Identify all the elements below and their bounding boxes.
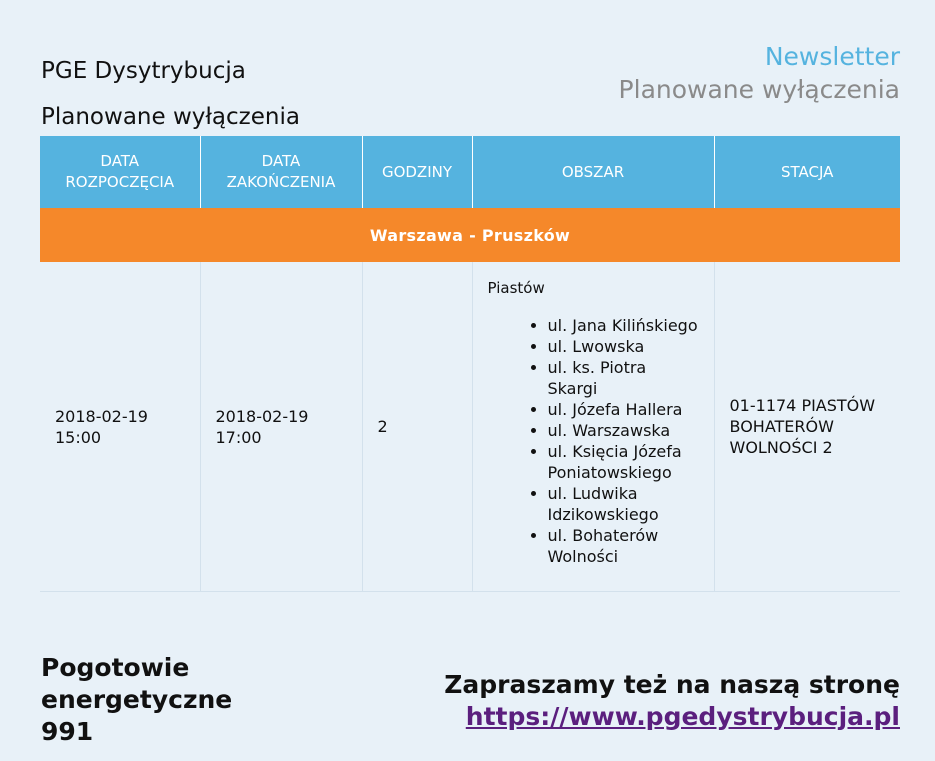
emergency-number: Pogotowie energetyczne 991 [41,653,233,746]
list-item: ul. Józefa Hallera [548,399,699,420]
column-header-end: DATA ZAKOŃCZENIA [200,136,363,208]
column-header-area: OBSZAR [472,136,715,208]
website-invite: Zapraszamy też na naszą stronę https://w… [444,669,900,733]
list-item: ul. Warszawska [548,420,699,441]
newsletter-block: Newsletter Planowane wyłączenia [619,40,900,106]
page-title: Planowane wyłączenia [41,104,300,130]
list-item: ul. Ludwika Idzikowskiego [548,483,699,525]
list-item: ul. Lwowska [548,336,699,357]
region-label: Warszawa - Pruszków [40,208,900,262]
start-date-cell: 2018-02-19 15:00 [40,262,201,592]
table-header-row: DATA ROZPOCZĘCIA DATA ZAKOŃCZENIA GODZIN… [40,136,900,208]
list-item: ul. Bohaterów Wolności [548,525,699,567]
list-item: ul. Jana Kilińskiego [548,315,699,336]
area-name: Piastów [487,279,545,297]
newsletter-subtitle: Planowane wyłączenia [618,75,900,104]
column-header-start: DATA ROZPOCZĘCIA [40,136,201,208]
column-header-hours: GODZINY [362,136,473,208]
newsletter-title: Newsletter [764,42,900,71]
area-cell: Piastów ul. Jana Kilińskiego ul. Lwowska… [472,262,715,592]
hours-cell: 2 [362,262,473,592]
street-list: ul. Jana Kilińskiego ul. Lwowska ul. ks.… [488,315,699,567]
end-date-cell: 2018-02-19 17:00 [200,262,363,592]
column-header-station: STACJA [714,136,900,208]
list-item: ul. ks. Piotra Skargi [548,357,699,399]
brand-name: PGE Dysytrybucja [41,58,246,84]
list-item: ul. Księcia Józefa Poniatowskiego [548,441,699,483]
invite-text: Zapraszamy też na naszą stronę [444,670,900,699]
station-cell: 01-1174 PIASTÓW BOHATERÓW WOLNOŚCI 2 [714,262,900,592]
website-link[interactable]: https://www.pgedystrybucja.pl [466,701,900,733]
table-row: 2018-02-19 15:00 2018-02-19 17:00 2 Pias… [40,262,900,592]
outages-table: DATA ROZPOCZĘCIA DATA ZAKOŃCZENIA GODZIN… [40,136,900,592]
region-row: Warszawa - Pruszków [40,208,900,262]
